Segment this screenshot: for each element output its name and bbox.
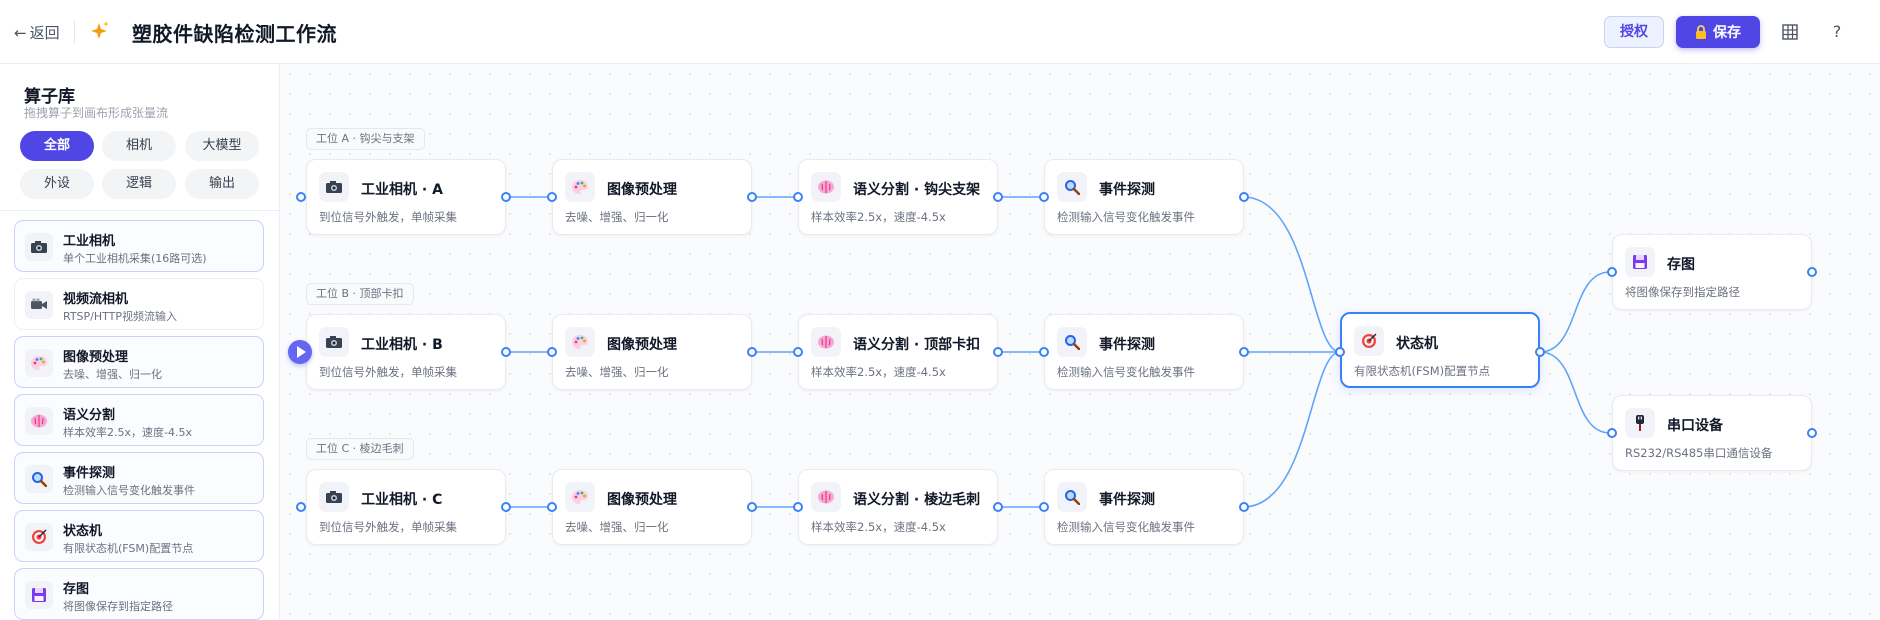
operator-name: 语义分割	[63, 408, 116, 423]
input-port[interactable]	[793, 347, 803, 357]
output-port[interactable]	[1239, 192, 1249, 202]
edge	[1242, 196, 1341, 353]
edge	[1242, 351, 1341, 508]
input-port[interactable]	[1039, 502, 1049, 512]
input-port[interactable]	[1335, 347, 1345, 357]
operator-name: 状态机	[63, 524, 103, 539]
output-port[interactable]	[747, 347, 757, 357]
edge	[1539, 351, 1611, 434]
operator-desc: 去噪、增强、归一化	[63, 368, 162, 381]
input-port[interactable]	[1607, 267, 1617, 277]
output-port[interactable]	[1535, 347, 1545, 357]
operator-desc: 样本效率2.5x，速度-4.5x	[63, 426, 192, 439]
filter-logic[interactable]: 逻辑	[102, 169, 176, 199]
output-port[interactable]	[501, 347, 511, 357]
operator-card-semantic-segmentation[interactable]: 语义分割 样本效率2.5x，速度-4.5x	[14, 394, 264, 446]
divider	[0, 210, 279, 211]
grid-icon[interactable]	[1780, 22, 1800, 42]
target-icon	[25, 523, 53, 551]
workflow-canvas[interactable]: 工位 A · 钩尖与支架 工位 B · 顶部卡扣 工位 C · 棱边毛刺 工业相…	[280, 64, 1880, 620]
output-port[interactable]	[1807, 428, 1817, 438]
input-port[interactable]	[793, 502, 803, 512]
magnifier-icon	[25, 465, 53, 493]
input-port[interactable]	[547, 347, 557, 357]
output-port[interactable]	[747, 502, 757, 512]
input-port[interactable]	[296, 192, 306, 202]
filter-peripheral[interactable]: 外设	[20, 169, 94, 199]
operator-card-image-preprocess[interactable]: 图像预处理 去噪、增强、归一化	[14, 336, 264, 388]
operator-library-sidebar: 算子库 拖拽算子到画布形成张量流 全部 相机 大模型 外设 逻辑 输出 工业相机…	[0, 64, 280, 620]
input-port[interactable]	[1039, 347, 1049, 357]
operator-desc: 将图像保存到指定路径	[63, 600, 173, 613]
operator-desc: 有限状态机(FSM)配置节点	[63, 542, 194, 555]
output-port[interactable]	[993, 192, 1003, 202]
operator-card-state-machine[interactable]: 状态机 有限状态机(FSM)配置节点	[14, 510, 264, 562]
output-port[interactable]	[747, 192, 757, 202]
input-port[interactable]	[793, 192, 803, 202]
authorize-button[interactable]: 授权	[1604, 16, 1664, 48]
operator-desc: 单个工业相机采集(16路可选)	[63, 252, 207, 265]
operator-card-event-detection[interactable]: 事件探测 检测输入信号变化触发事件	[14, 452, 264, 504]
palette-icon	[25, 349, 53, 377]
operator-name: 事件探测	[63, 466, 116, 481]
output-port[interactable]	[501, 192, 511, 202]
back-button[interactable]: ← 返回	[14, 22, 60, 43]
floppy-disk-icon	[25, 581, 53, 609]
brain-icon	[25, 407, 53, 435]
edge	[1539, 271, 1611, 353]
help-icon[interactable]: ?	[1827, 22, 1847, 42]
input-port[interactable]	[547, 502, 557, 512]
operator-desc: RTSP/HTTP视频流输入	[63, 310, 178, 323]
operator-name: 存图	[63, 582, 90, 597]
output-port[interactable]	[501, 502, 511, 512]
video-camera-icon	[25, 291, 53, 319]
filter-camera[interactable]: 相机	[102, 131, 176, 161]
operator-card-save-image[interactable]: 存图 将图像保存到指定路径	[14, 568, 264, 620]
arrow-left-icon: ←	[14, 24, 27, 42]
filter-all[interactable]: 全部	[20, 131, 94, 161]
output-port[interactable]	[1807, 267, 1817, 277]
save-label: 保存	[1713, 25, 1741, 41]
input-port[interactable]	[547, 192, 557, 202]
output-port[interactable]	[993, 347, 1003, 357]
edges-layer	[504, 196, 1611, 508]
page-title: 塑胶件缺陷检测工作流	[132, 22, 337, 46]
back-label: 返回	[29, 24, 60, 42]
top-bar: ← 返回 塑胶件缺陷检测工作流 授权 保存 ?	[0, 0, 1880, 64]
operator-name: 工业相机	[63, 234, 116, 249]
filter-output[interactable]: 输出	[185, 169, 259, 199]
input-port[interactable]	[1039, 192, 1049, 202]
operator-card-industrial-camera[interactable]: 工业相机 单个工业相机采集(16路可选)	[14, 220, 264, 272]
output-port[interactable]	[1239, 502, 1249, 512]
save-button[interactable]: 保存	[1676, 16, 1760, 48]
input-port[interactable]	[1607, 428, 1617, 438]
operator-name: 图像预处理	[63, 350, 129, 365]
sparkle-icon	[91, 21, 109, 39]
input-port[interactable]	[296, 502, 306, 512]
filter-large-model[interactable]: 大模型	[185, 131, 259, 161]
output-port[interactable]	[993, 502, 1003, 512]
operator-card-video-stream-camera[interactable]: 视频流相机 RTSP/HTTP视频流输入	[14, 278, 264, 330]
operator-name: 视频流相机	[63, 292, 129, 307]
divider	[74, 20, 75, 44]
library-subtitle: 拖拽算子到画布形成张量流	[24, 106, 169, 120]
lock-icon	[1696, 25, 1706, 39]
camera-icon	[25, 233, 53, 261]
output-port[interactable]	[1239, 347, 1249, 357]
play-icon[interactable]	[288, 340, 312, 364]
operator-desc: 检测输入信号变化触发事件	[63, 484, 195, 497]
